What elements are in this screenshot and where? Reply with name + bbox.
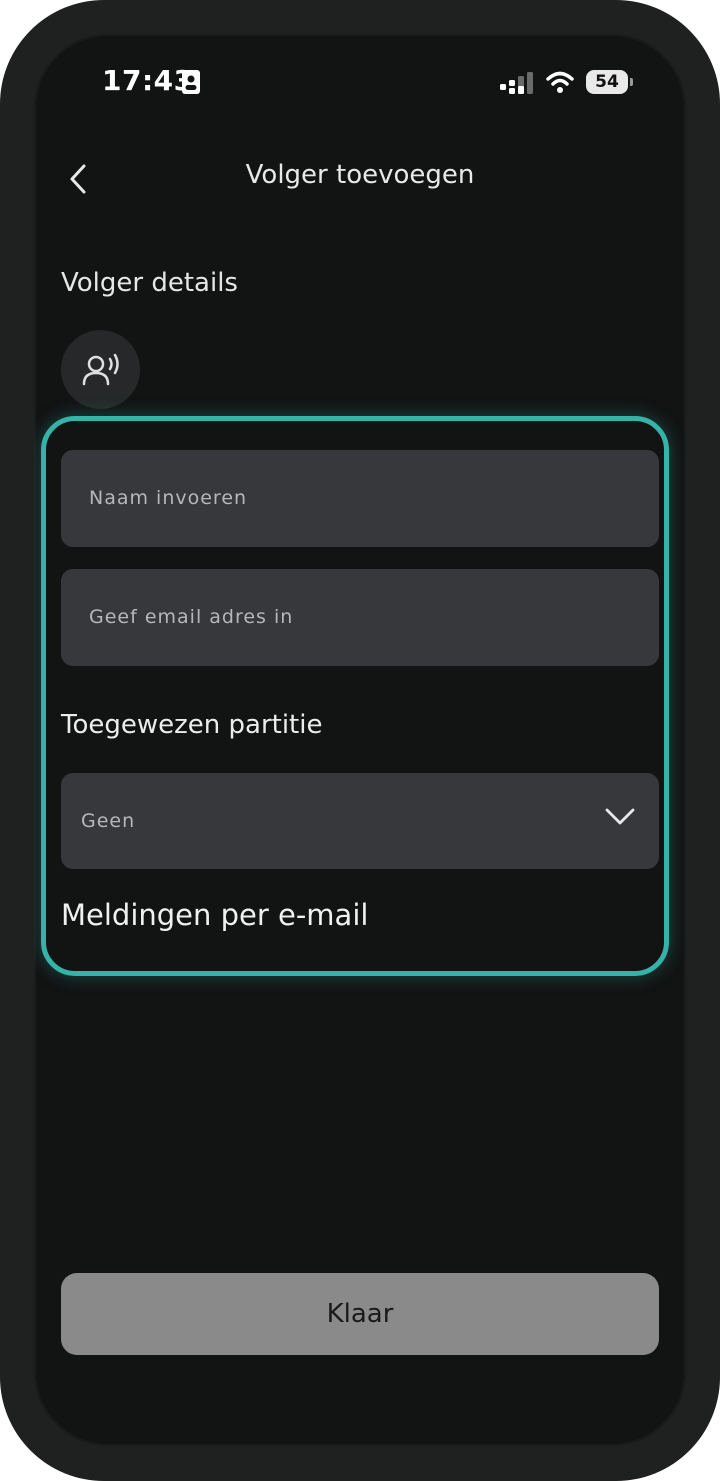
- contact-card-icon: [182, 70, 200, 94]
- phone-frame: 17:43 54 Volger toevoegen Volger details: [0, 0, 720, 1481]
- email-notifications-heading: Meldingen per e-mail: [61, 898, 369, 932]
- person-voice-icon: [82, 353, 119, 386]
- name-placeholder: Naam invoeren: [89, 487, 248, 509]
- voice-assistant-button[interactable]: [61, 330, 140, 409]
- status-time: 17:43: [102, 64, 194, 97]
- battery-tip: [630, 78, 633, 86]
- screen: 17:43 54 Volger toevoegen Volger details: [34, 34, 686, 1446]
- name-input[interactable]: Naam invoeren: [61, 450, 659, 547]
- page-title: Volger toevoegen: [245, 160, 475, 190]
- chevron-down-icon: [605, 808, 635, 825]
- partition-heading: Toegewezen partitie: [61, 710, 323, 740]
- battery-level: 54: [586, 70, 628, 94]
- done-button[interactable]: Klaar: [61, 1273, 659, 1355]
- partition-selected-value: Geen: [81, 810, 136, 832]
- details-heading: Volger details: [61, 268, 238, 298]
- partition-select[interactable]: Geen: [61, 773, 659, 869]
- cellular-signal-icon: [500, 72, 533, 94]
- email-placeholder: Geef email adres in: [89, 606, 294, 628]
- email-input[interactable]: Geef email adres in: [61, 569, 659, 666]
- wifi-icon: [546, 71, 574, 93]
